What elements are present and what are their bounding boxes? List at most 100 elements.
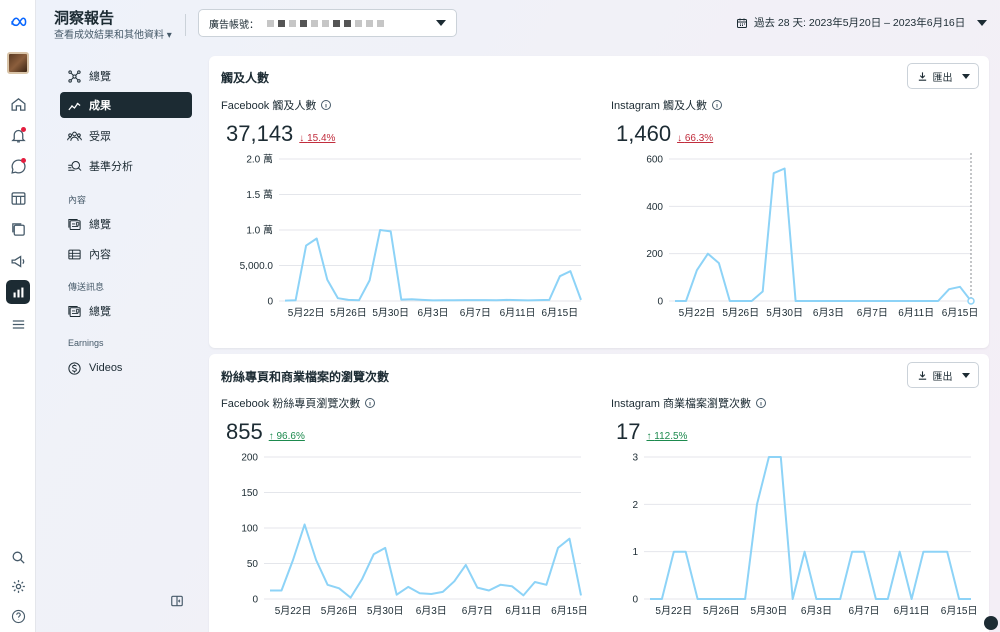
metric-delta[interactable]: ↓ 66.3% [677,133,713,144]
data-point[interactable] [463,562,468,567]
data-point[interactable] [409,297,414,302]
data-point[interactable] [826,597,831,602]
data-point[interactable] [568,269,573,274]
data-point[interactable] [695,597,700,602]
data-point[interactable] [452,579,457,584]
data-point[interactable] [302,522,307,527]
data-point[interactable] [914,299,919,304]
data-point[interactable] [848,299,853,304]
data-point[interactable] [452,298,457,303]
nav-item-videos[interactable]: Videos [60,355,192,381]
data-point[interactable] [790,597,795,602]
data-point[interactable] [335,296,340,301]
insights-icon[interactable] [6,280,30,304]
data-point[interactable] [509,584,514,589]
data-point[interactable] [936,299,941,304]
data-point[interactable] [755,502,760,507]
data-point[interactable] [716,261,721,266]
data-point[interactable] [648,597,653,602]
metric-delta[interactable]: ↑ 112.5% [646,431,687,442]
data-point[interactable] [567,536,572,541]
settings-gear-icon[interactable] [6,574,30,598]
help-badge-icon[interactable] [984,616,998,630]
data-point[interactable] [346,297,351,302]
data-point[interactable] [881,299,886,304]
data-point[interactable] [782,166,787,171]
data-point[interactable] [547,297,552,302]
data-point[interactable] [958,284,963,289]
data-point[interactable] [727,299,732,304]
data-point[interactable] [431,298,436,303]
data-point[interactable] [304,243,309,248]
data-point[interactable] [826,299,831,304]
data-point[interactable] [969,597,974,602]
data-point[interactable] [360,577,365,582]
nav-item-content[interactable]: 內容 [60,241,192,267]
data-point[interactable] [793,299,798,304]
data-point[interactable] [743,597,748,602]
data-point[interactable] [406,584,411,589]
data-point[interactable] [475,585,480,590]
date-range-picker[interactable]: 過去 28 天: 2023年5月20日 – 2023年6月16日 [736,15,988,30]
planner-icon[interactable] [6,186,30,210]
data-point[interactable] [544,582,549,587]
data-point[interactable] [873,597,878,602]
data-point[interactable] [862,549,867,554]
data-point[interactable] [325,582,330,587]
ad-account-select[interactable]: 廣告帳號： [198,9,457,37]
help-icon[interactable] [6,604,30,628]
data-point[interactable] [498,582,503,587]
data-point[interactable] [738,299,743,304]
nav-item-results[interactable]: 成果 [60,92,192,118]
data-point[interactable] [885,597,890,602]
data-point[interactable] [815,299,820,304]
data-point[interactable] [933,549,938,554]
data-point[interactable] [892,299,897,304]
data-point[interactable] [897,549,902,554]
search-icon[interactable] [6,545,30,569]
series-line[interactable] [675,167,972,302]
inbox-icon[interactable] [6,154,30,178]
data-point[interactable] [957,597,962,602]
info-icon[interactable] [320,99,332,111]
data-point[interactable] [671,549,676,554]
data-point[interactable] [473,298,478,303]
notifications-icon[interactable] [6,123,30,147]
data-point[interactable] [947,287,952,292]
data-point[interactable] [314,557,319,562]
collapse-sidebar-icon[interactable] [170,594,184,608]
data-point[interactable] [945,549,950,554]
data-point[interactable] [771,171,776,176]
data-point[interactable] [420,297,425,302]
info-icon[interactable] [364,397,376,409]
data-point[interactable] [925,299,930,304]
data-point[interactable] [683,549,688,554]
export-button[interactable]: 匯出 [907,63,979,89]
data-point[interactable] [837,299,842,304]
info-icon[interactable] [755,397,767,409]
page-avatar[interactable] [7,52,29,74]
data-point[interactable] [526,298,531,303]
data-point[interactable] [705,251,710,256]
data-point[interactable] [532,579,537,584]
data-point[interactable] [515,298,520,303]
data-point[interactable] [707,597,712,602]
data-point[interactable] [357,298,362,303]
data-point[interactable] [659,597,664,602]
nav-item-content-overview[interactable]: 總覽 [60,211,192,237]
data-point[interactable] [388,229,393,234]
data-point[interactable] [279,588,284,593]
data-point[interactable] [394,592,399,597]
data-point[interactable] [760,289,765,294]
data-point[interactable] [804,299,809,304]
data-point[interactable] [909,597,914,602]
nav-item-messaging-overview[interactable]: 總覽 [60,298,192,324]
data-point[interactable] [521,593,526,598]
data-point[interactable] [337,586,342,591]
data-point[interactable] [486,588,491,593]
data-point[interactable] [683,299,688,304]
data-point[interactable] [378,228,383,233]
export-button[interactable]: 匯出 [907,362,979,388]
ads-megaphone-icon[interactable] [6,249,30,273]
content-library-icon[interactable] [6,217,30,241]
